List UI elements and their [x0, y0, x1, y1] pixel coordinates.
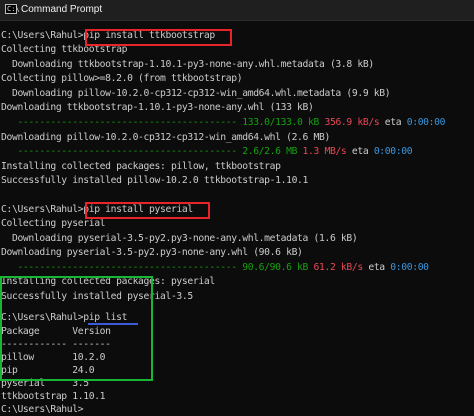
console-line: Downloading pillow-10.2.0-cp312-cp312-wi… — [1, 88, 391, 99]
prompt-text: C:\Users\Rahul> — [1, 30, 84, 41]
console-line: Downloading ttkbootstrap-1.10.1-py3-none… — [1, 102, 314, 113]
eta-label: eta — [384, 117, 402, 128]
eta-value: 0:00:00 — [390, 262, 429, 273]
eta-label: eta — [368, 262, 385, 273]
progress-size: 2.6/2.6 MB — [242, 146, 298, 157]
window-title: Command Prompt — [21, 4, 103, 15]
eta-label: eta — [351, 146, 369, 157]
pip-list-underline — [88, 323, 138, 325]
highlight-box-install-pyserial — [85, 202, 210, 219]
highlight-box-install-ttkbootstrap — [85, 29, 232, 46]
progress-line: ----------------------------------------… — [1, 145, 412, 158]
console-line: Downloading pillow-10.2.0-cp312-cp312-wi… — [1, 132, 330, 143]
progress-bar: ---------------------------------------- — [1, 262, 237, 273]
eta-value: 0:00:00 — [373, 146, 413, 157]
console-line: Successfully installed pillow-10.2.0 ttk… — [1, 175, 309, 186]
progress-line: ----------------------------------------… — [1, 116, 445, 129]
progress-bar: ---------------------------------------- — [1, 146, 237, 157]
progress-speed: 1.3 MB/s — [302, 146, 347, 157]
progress-bar: ---------------------------------------- — [1, 117, 237, 128]
progress-size: 90.6/90.6 kB — [242, 262, 309, 273]
progress-speed: 61.2 kB/s — [313, 262, 364, 273]
progress-size: 133.0/133.0 kB — [242, 117, 319, 128]
console-line: C:\Users\Rahul> — [1, 404, 84, 415]
highlight-box-pip-list — [0, 276, 153, 381]
progress-line: ----------------------------------------… — [1, 261, 429, 274]
eta-value: 0:00:00 — [406, 117, 446, 128]
command-prompt-window: C:\ Command Prompt C:\Users\Rahul>pip in… — [0, 0, 474, 415]
prompt-text: C:\Users\Rahul> — [1, 204, 84, 215]
console-line: Installing collected packages: pillow, t… — [1, 161, 281, 172]
console-line: Collecting pillow>=8.2.0 (from ttkbootst… — [1, 73, 243, 84]
title-bar[interactable]: C:\ Command Prompt — [0, 0, 474, 21]
progress-speed: 356.9 kB/s — [324, 117, 380, 128]
console-line: Downloading pyserial-3.5-py2.py3-none-an… — [1, 233, 358, 244]
console-line: Downloading pyserial-3.5-py2.py3-none-an… — [1, 247, 303, 258]
package-row: ttkbootstrap 1.10.1 — [1, 391, 106, 402]
console-line: Downloading ttkbootstrap-1.10.1-py3-none… — [1, 59, 374, 70]
cmd-icon: C:\ — [5, 4, 20, 14]
